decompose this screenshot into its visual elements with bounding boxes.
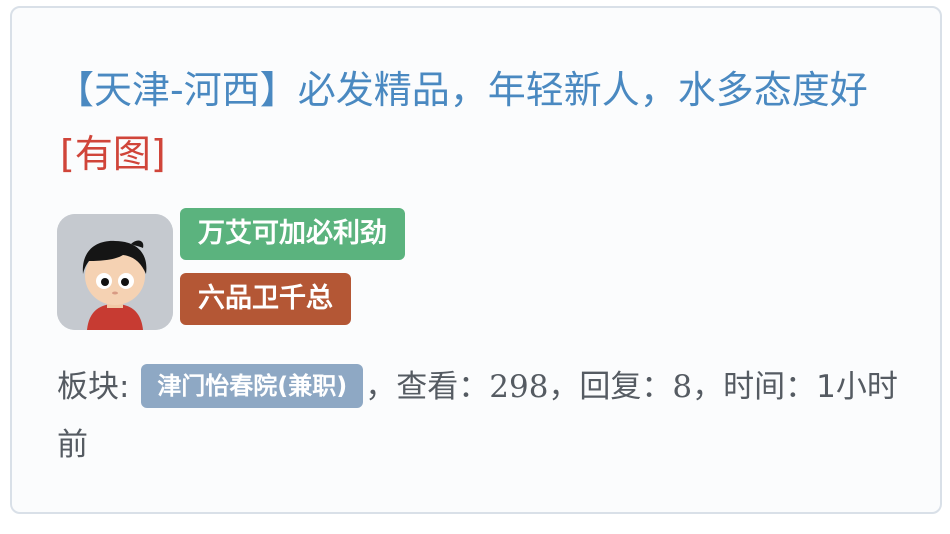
board-link[interactable]: 津门怡春院(兼职) <box>141 363 364 408</box>
has-image-tag: [有图] <box>60 132 166 176</box>
replies-label: ，回复： <box>548 369 673 405</box>
post-card[interactable]: 【天津-河西】必发精品，年轻新人，水多态度好 [有图] 万艾可加必利劲 六品卫千总… <box>10 6 942 514</box>
avatar[interactable] <box>57 214 173 330</box>
user-title-badge: 万艾可加必利劲 <box>180 208 405 260</box>
cartoon-boy-avatar-icon <box>57 214 173 330</box>
replies-count: 8 <box>672 369 693 405</box>
views-label: ，查看： <box>365 369 490 405</box>
post-meta: 板块: 津门怡春院(兼职) ，查看：298，回复：8，时间：1小时前 <box>57 358 917 474</box>
time-label: ，时间： <box>692 369 817 405</box>
post-title-text[interactable]: 【天津-河西】必发精品，年轻新人，水多态度好 <box>56 68 868 112</box>
user-rank-badge: 六品卫千总 <box>180 273 351 325</box>
views-count: 298 <box>489 369 549 405</box>
board-label: 板块: <box>57 369 130 405</box>
post-title-link[interactable]: 【天津-河西】必发精品，年轻新人，水多态度好 [有图] <box>56 58 906 186</box>
